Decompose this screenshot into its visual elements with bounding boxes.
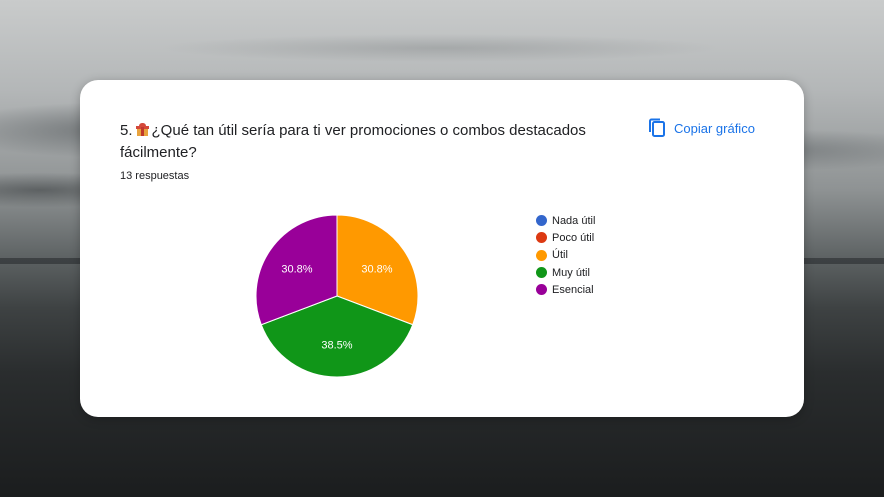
legend-item[interactable]: Esencial <box>536 281 595 298</box>
legend-item[interactable]: Nada útil <box>536 212 595 229</box>
legend-item[interactable]: Útil <box>536 247 595 264</box>
question-card: 5. ¿Qué tan útil sería para ti ver promoc… <box>80 80 804 417</box>
legend-swatch <box>536 249 547 261</box>
legend-item[interactable]: Poco útil <box>536 229 595 246</box>
pie-chart: 30.8% 38.5% 30.8% <box>255 214 419 378</box>
legend-label: Poco útil <box>552 231 595 244</box>
legend-swatch <box>536 267 547 279</box>
legend-label: Esencial <box>552 283 594 296</box>
pie-label-útil: 30.8% <box>361 263 392 275</box>
legend-label: Útil <box>552 249 568 262</box>
legend-label: Nada útil <box>552 214 596 227</box>
legend-label: Muy útil <box>552 266 590 279</box>
legend-item[interactable]: Muy útil <box>536 264 595 281</box>
legend-swatch <box>536 232 547 244</box>
pie-label-muy-útil: 38.5% <box>321 340 352 352</box>
legend-swatch <box>536 284 547 296</box>
chart-legend: Nada útil Poco útil Útil Muy útil Esencial <box>536 212 595 298</box>
legend-swatch <box>536 215 547 227</box>
pie-label-esencial: 30.8% <box>281 263 312 275</box>
